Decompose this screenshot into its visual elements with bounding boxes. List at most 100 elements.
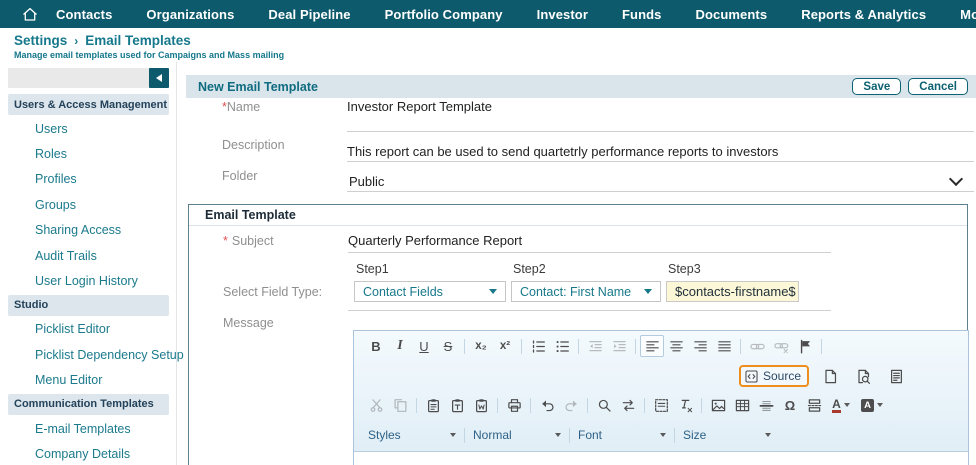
toolbar-separator — [416, 398, 417, 413]
subscript-button[interactable]: x₂ — [469, 335, 493, 357]
justify-button[interactable] — [712, 335, 736, 357]
underline-button[interactable]: U — [412, 335, 436, 357]
increase-indent-button[interactable] — [607, 335, 631, 357]
step1-dropdown[interactable]: Contact Fields — [354, 281, 506, 302]
editor-toolbar-row-2: Source — [354, 361, 968, 391]
strikethrough-button[interactable]: S — [436, 335, 460, 357]
select-all-button[interactable] — [649, 394, 673, 416]
home-icon[interactable] — [21, 6, 39, 23]
replace-button[interactable] — [616, 394, 640, 416]
align-center-button[interactable] — [664, 335, 688, 357]
chevron-down-icon — [450, 433, 456, 437]
align-left-button[interactable] — [640, 335, 664, 357]
nav-item-portfolio-company[interactable]: Portfolio Company — [368, 7, 520, 22]
nav-item-funds[interactable]: Funds — [605, 7, 679, 22]
preview-button[interactable] — [851, 365, 875, 387]
toolbar-separator — [635, 339, 636, 354]
subject-field[interactable]: Quarterly Performance Report — [348, 233, 522, 248]
breadcrumb-settings[interactable]: Settings — [14, 33, 67, 48]
styles-dropdown[interactable]: Styles — [364, 428, 460, 442]
sidebar-item-groups[interactable]: Groups — [0, 192, 177, 217]
sidebar-item-sharing-access[interactable]: Sharing Access — [0, 218, 177, 243]
sidebar-collapse-button[interactable] — [149, 68, 169, 88]
nav-item-contacts[interactable]: Contacts — [39, 7, 129, 22]
sidebar-item-profiles[interactable]: Profiles — [0, 167, 177, 192]
toolbar-separator — [740, 339, 741, 354]
page-break-button[interactable] — [802, 394, 826, 416]
bulleted-list-button[interactable] — [550, 335, 574, 357]
insert-table-button[interactable] — [730, 394, 754, 416]
bold-button[interactable]: B — [364, 335, 388, 357]
sidebar-item-email-templates[interactable]: E-mail Templates — [0, 416, 177, 441]
sidebar-item-user-login-history[interactable]: User Login History — [0, 268, 177, 293]
redo-button[interactable] — [559, 394, 583, 416]
remove-format-button[interactable] — [673, 394, 697, 416]
numbered-list-button[interactable] — [526, 335, 550, 357]
horizontal-rule-button[interactable] — [754, 394, 778, 416]
nav-item-reports-analytics[interactable]: Reports & Analytics — [784, 7, 943, 22]
background-color-icon: A — [861, 399, 874, 412]
description-field[interactable]: This report can be used to send quartetr… — [347, 144, 778, 159]
description-field-underline — [347, 161, 974, 162]
decrease-indent-button[interactable] — [583, 335, 607, 357]
folder-field-underline — [347, 191, 974, 192]
message-body-area[interactable] — [354, 451, 968, 465]
paste-from-word-button[interactable] — [469, 394, 493, 416]
sidebar-item-picklist-dependency-setup[interactable]: Picklist Dependency Setup — [0, 342, 177, 367]
sidebar-item-menu-editor[interactable]: Menu Editor — [0, 368, 177, 393]
source-button[interactable]: Source — [745, 369, 801, 383]
dropdown-arrow-icon — [644, 289, 652, 294]
paragraph-format-dropdown[interactable]: Normal — [469, 428, 565, 442]
insert-image-button[interactable] — [706, 394, 730, 416]
nav-item-deal-pipeline[interactable]: Deal Pipeline — [251, 7, 367, 22]
dropdown-arrow-icon — [489, 289, 497, 294]
breadcrumb: Settings › Email Templates Manage email … — [14, 33, 284, 60]
nav-item-documents[interactable]: Documents — [679, 7, 785, 22]
folder-label: Folder — [222, 169, 257, 183]
flag-anchor-button[interactable] — [793, 335, 817, 357]
align-right-button[interactable] — [688, 335, 712, 357]
background-color-button[interactable]: A — [856, 394, 888, 416]
chevron-down-icon — [660, 433, 666, 437]
paste-plain-text-button[interactable] — [445, 394, 469, 416]
sidebar-item-audit-trails[interactable]: Audit Trails — [0, 243, 177, 268]
step3-merge-field[interactable]: $contacts-firstname$ — [666, 281, 799, 302]
find-button[interactable] — [592, 394, 616, 416]
nav-item-investor[interactable]: Investor — [520, 7, 605, 22]
breadcrumb-separator: › — [74, 34, 78, 48]
cut-button[interactable] — [364, 394, 388, 416]
sidebar-section-studio: Studio — [8, 295, 169, 316]
step2-dropdown[interactable]: Contact: First Name — [511, 281, 661, 302]
app-window: Contacts Organizations Deal Pipeline Por… — [0, 0, 976, 465]
name-field[interactable]: Investor Report Template — [347, 99, 492, 114]
special-character-button[interactable]: Ω — [778, 394, 802, 416]
toolbar-separator — [569, 428, 570, 443]
italic-button[interactable]: I — [388, 335, 412, 357]
folder-select[interactable]: Public — [349, 174, 384, 189]
cancel-button[interactable]: Cancel — [908, 78, 968, 95]
folder-chevron-down-icon[interactable] — [949, 172, 963, 186]
nav-item-organizations[interactable]: Organizations — [129, 7, 251, 22]
nav-item-more[interactable]: More — [943, 7, 976, 22]
sidebar-item-roles[interactable]: Roles — [0, 141, 177, 166]
sidebar-item-users[interactable]: Users — [0, 116, 177, 141]
font-size-dropdown[interactable]: Size — [679, 428, 775, 442]
save-button[interactable]: Save — [852, 78, 901, 95]
font-dropdown[interactable]: Font — [574, 428, 670, 442]
new-page-button[interactable] — [818, 365, 842, 387]
superscript-button[interactable]: x² — [493, 335, 517, 357]
paste-button[interactable] — [421, 394, 445, 416]
sidebar-section-communication-templates: Communication Templates — [8, 394, 169, 415]
templates-button[interactable] — [884, 365, 908, 387]
settings-sidebar: Users & Access Management Users Roles Pr… — [0, 62, 177, 465]
link-button[interactable] — [745, 335, 769, 357]
copy-button[interactable] — [388, 394, 412, 416]
page-subtitle: Manage email templates used for Campaign… — [14, 50, 284, 60]
sidebar-item-company-details[interactable]: Company Details — [0, 441, 177, 465]
chevron-down-icon — [844, 403, 850, 407]
sidebar-item-picklist-editor[interactable]: Picklist Editor — [0, 317, 177, 342]
unlink-button[interactable] — [769, 335, 793, 357]
undo-button[interactable] — [535, 394, 559, 416]
text-color-button[interactable]: A — [826, 394, 856, 416]
print-button[interactable] — [502, 394, 526, 416]
